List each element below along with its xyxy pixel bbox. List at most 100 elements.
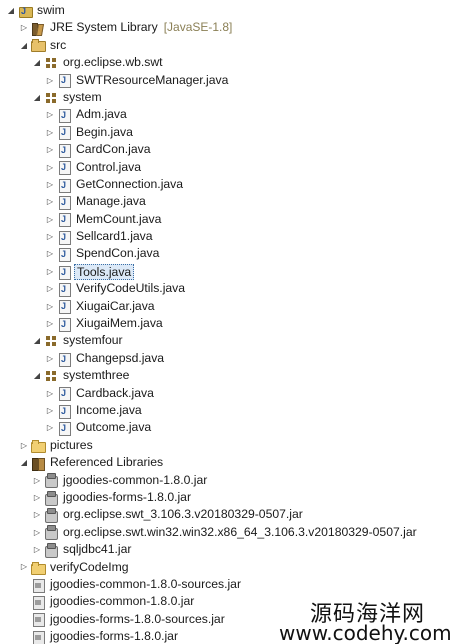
- tree-item-label: Control.java: [76, 159, 142, 174]
- library-icon: [31, 21, 45, 37]
- tree-item-label: src: [50, 37, 67, 52]
- tree-item[interactable]: ▷ XiugaiCar.java: [0, 298, 474, 315]
- jar-icon: [44, 542, 58, 558]
- tree-item[interactable]: ◢ Referenced Libraries: [0, 454, 474, 471]
- java-icon: [57, 299, 71, 315]
- tree-item[interactable]: ▷ Cardback.java: [0, 385, 474, 402]
- collapse-arrow-icon[interactable]: ▷: [32, 507, 42, 524]
- tree-item[interactable]: ◢ src: [0, 37, 474, 54]
- collapse-arrow-icon[interactable]: ▷: [19, 437, 29, 454]
- tree-item-label: Changepsd.java: [76, 350, 165, 365]
- tree-item[interactable]: ▷ CardCon.java: [0, 141, 474, 158]
- tree-item[interactable]: ◢ systemfour: [0, 332, 474, 349]
- jar-file-icon: [31, 595, 45, 610]
- collapse-arrow-icon[interactable]: ▷: [45, 385, 55, 402]
- collapse-arrow-icon[interactable]: ▷: [45, 246, 55, 263]
- srcfolder-icon: [31, 38, 46, 53]
- tree-item[interactable]: ▷ verifyCodeImg: [0, 559, 474, 576]
- tree-item[interactable]: ◢ org.eclipse.wb.swt: [0, 54, 474, 71]
- expand-arrow-icon[interactable]: ◢: [32, 333, 42, 350]
- collapse-arrow-icon[interactable]: ▷: [45, 107, 55, 124]
- project-icon: [18, 3, 33, 20]
- collapse-arrow-icon[interactable]: ▷: [45, 298, 55, 315]
- tree-item[interactable]: ▷ GetConnection.java: [0, 176, 474, 193]
- tree-item[interactable]: ▷ org.eclipse.swt.win32.win32.x86_64_3.10…: [0, 524, 474, 541]
- collapse-arrow-icon[interactable]: ▷: [32, 541, 42, 558]
- tree-item[interactable]: ▷ Tools.java: [0, 263, 474, 280]
- tree-item[interactable]: ▷ SWTResourceManager.java: [0, 72, 474, 89]
- collapse-arrow-icon[interactable]: ▷: [19, 559, 29, 576]
- tree-item[interactable]: ▷ Adm.java: [0, 106, 474, 124]
- java-icon: [57, 73, 71, 89]
- tree-item-label: jgoodies-forms-1.8.0.jar: [50, 629, 179, 644]
- expand-arrow-icon[interactable]: ◢: [6, 2, 16, 19]
- expand-arrow-icon[interactable]: ◢: [19, 454, 29, 471]
- jar-icon: [44, 508, 58, 524]
- collapse-arrow-icon[interactable]: ▷: [45, 228, 55, 245]
- package-icon: [44, 56, 58, 70]
- tree-item-label: JRE System Library: [50, 20, 158, 35]
- expand-arrow-icon[interactable]: ◢: [19, 37, 29, 54]
- collapse-arrow-icon[interactable]: ▷: [32, 524, 42, 541]
- tree-item[interactable]: ▷ Begin.java: [0, 124, 474, 141]
- tree-item-label: VerifyCodeUtils.java: [76, 281, 186, 296]
- tree-item[interactable]: ▷ Outcome.java: [0, 419, 474, 437]
- tree-item[interactable]: ▷ jgoodies-forms-1.8.0.jar: [0, 489, 474, 506]
- java-icon: [57, 178, 71, 193]
- tree-item[interactable]: ▷ SpendCon.java: [0, 245, 474, 263]
- collapse-arrow-icon[interactable]: ▷: [32, 489, 42, 506]
- tree-item[interactable]: ▷ Manage.java: [0, 193, 474, 210]
- tree-item[interactable]: ◢ systemthree: [0, 367, 474, 384]
- collapse-arrow-icon[interactable]: ▷: [45, 72, 55, 89]
- tree-item[interactable]: jgoodies-common-1.8.0-sources.jar: [0, 576, 474, 593]
- tree-item[interactable]: ◢ swim: [0, 2, 474, 20]
- collapse-arrow-icon[interactable]: ▷: [45, 193, 55, 210]
- tree-item-label: SpendCon.java: [76, 246, 160, 261]
- tree-item[interactable]: ▷ Control.java: [0, 159, 474, 176]
- collapse-arrow-icon[interactable]: ▷: [45, 211, 55, 228]
- tree-item-label: XiugaiCar.java: [76, 298, 155, 313]
- package-icon: [44, 369, 58, 383]
- java-icon: [57, 404, 71, 419]
- tree-item-label: Outcome.java: [76, 420, 152, 435]
- tree-item[interactable]: ▷ XiugaiMem.java: [0, 315, 474, 332]
- expand-arrow-icon[interactable]: ◢: [32, 54, 42, 71]
- java-icon: [57, 317, 71, 332]
- tree-item-label: CardCon.java: [76, 142, 151, 157]
- java-icon: [57, 265, 71, 280]
- collapse-arrow-icon[interactable]: ▷: [45, 159, 55, 176]
- tree-item-label: systemthree: [63, 368, 130, 383]
- tree-item[interactable]: ◢ system: [0, 89, 474, 106]
- tree-item[interactable]: ▷ Sellcard1.java: [0, 228, 474, 245]
- collapse-arrow-icon[interactable]: ▷: [45, 124, 55, 141]
- tree-item[interactable]: ▷ JRE System Library [JavaSE-1.8]: [0, 19, 474, 37]
- tree-item[interactable]: ▷ Changepsd.java: [0, 350, 474, 367]
- tree-item[interactable]: ▷ org.eclipse.swt_3.106.3.v20180329-0507.…: [0, 506, 474, 524]
- collapse-arrow-icon[interactable]: ▷: [32, 472, 42, 489]
- tree-item[interactable]: ▷ MemCount.java: [0, 211, 474, 228]
- jar-file-icon: [31, 612, 45, 628]
- tree-item[interactable]: ▷ VerifyCodeUtils.java: [0, 280, 474, 297]
- collapse-arrow-icon[interactable]: ▷: [45, 402, 55, 419]
- collapse-arrow-icon[interactable]: ▷: [45, 263, 55, 280]
- tree-item-label: MemCount.java: [76, 211, 162, 226]
- expand-arrow-icon[interactable]: ◢: [32, 367, 42, 384]
- collapse-arrow-icon[interactable]: ▷: [45, 280, 55, 297]
- collapse-arrow-icon[interactable]: ▷: [45, 315, 55, 332]
- collapse-arrow-icon[interactable]: ▷: [45, 350, 55, 367]
- collapse-arrow-icon[interactable]: ▷: [19, 20, 29, 37]
- tree-item-decoration: [JavaSE-1.8]: [163, 20, 233, 35]
- tree-item[interactable]: ▷ jgoodies-common-1.8.0.jar: [0, 472, 474, 489]
- tree-item-label: systemfour: [63, 333, 123, 348]
- tree-item[interactable]: ▷ pictures: [0, 437, 474, 454]
- collapse-arrow-icon[interactable]: ▷: [45, 420, 55, 437]
- tree-item-label: org.eclipse.swt_3.106.3.v20180329-0507.j…: [63, 507, 303, 522]
- tree-item-label: swim: [37, 3, 65, 17]
- tree-item-label: Referenced Libraries: [50, 455, 164, 470]
- collapse-arrow-icon[interactable]: ▷: [45, 141, 55, 158]
- expand-arrow-icon[interactable]: ◢: [32, 89, 42, 106]
- tree-item[interactable]: ▷ sqljdbc41.jar: [0, 541, 474, 558]
- collapse-arrow-icon[interactable]: ▷: [45, 176, 55, 193]
- tree-item[interactable]: ▷ Income.java: [0, 402, 474, 419]
